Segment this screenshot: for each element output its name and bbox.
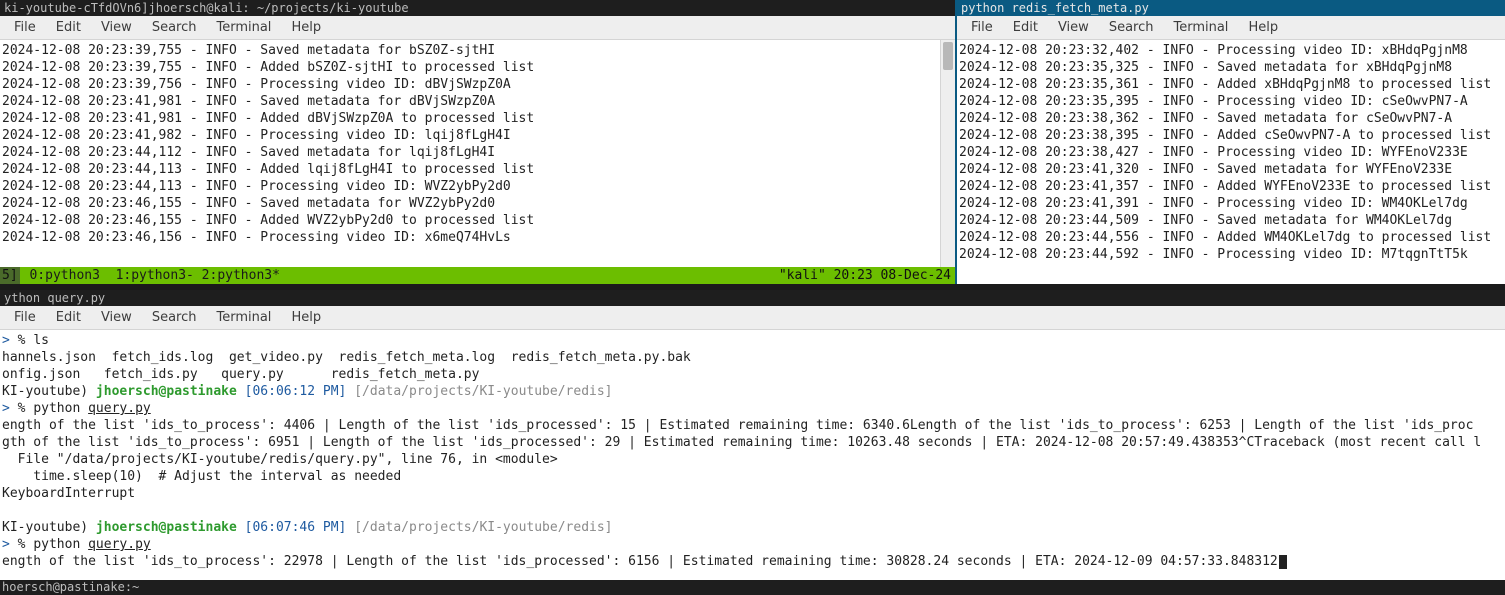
window-title: python redis_fetch_meta.py	[957, 0, 1505, 16]
menu-terminal[interactable]: Terminal	[1163, 18, 1238, 37]
log-line: 2024-12-08 20:23:39,755 - INFO - Added b…	[2, 59, 953, 76]
log-line: 2024-12-08 20:23:35,325 - INFO - Saved m…	[959, 59, 1503, 76]
menu-view[interactable]: View	[91, 18, 142, 37]
log-line: 2024-12-08 20:23:46,155 - INFO - Saved m…	[2, 195, 953, 212]
output-line: time.sleep(10) # Adjust the interval as …	[2, 468, 1503, 485]
cursor-icon	[1279, 555, 1287, 569]
log-line: 2024-12-08 20:23:39,756 - INFO - Process…	[2, 76, 953, 93]
menu-view[interactable]: View	[91, 308, 142, 327]
log-line: 2024-12-08 20:23:44,113 - INFO - Added l…	[2, 161, 953, 178]
log-line: 2024-12-08 20:23:32,402 - INFO - Process…	[959, 42, 1503, 59]
terminal-output[interactable]: 2024-12-08 20:23:32,402 - INFO - Process…	[957, 40, 1505, 284]
log-line: 2024-12-08 20:23:46,156 - INFO - Process…	[2, 229, 953, 246]
log-line: 2024-12-08 20:23:44,556 - INFO - Added W…	[959, 229, 1503, 246]
menu-file[interactable]: File	[4, 18, 46, 37]
menu-file[interactable]: File	[4, 308, 46, 327]
log-line: 2024-12-08 20:23:41,981 - INFO - Saved m…	[2, 93, 953, 110]
menu-view[interactable]: View	[1048, 18, 1099, 37]
log-line: 2024-12-08 20:23:41,357 - INFO - Added W…	[959, 178, 1503, 195]
menu-bar: File Edit View Search Terminal Help	[0, 16, 955, 40]
tmux-session: 5]	[0, 267, 20, 284]
log-line: 2024-12-08 20:23:39,755 - INFO - Saved m…	[2, 42, 953, 59]
log-line: 2024-12-08 20:23:41,320 - INFO - Saved m…	[959, 161, 1503, 178]
tmux-clock: "kali" 20:23 08-Dec-24	[779, 267, 955, 284]
log-line: 2024-12-08 20:23:41,391 - INFO - Process…	[959, 195, 1503, 212]
log-line: 2024-12-08 20:23:44,509 - INFO - Saved m…	[959, 212, 1503, 229]
log-line: 2024-12-08 20:23:44,592 - INFO - Process…	[959, 246, 1503, 263]
menu-help[interactable]: Help	[281, 18, 331, 37]
menu-help[interactable]: Help	[1238, 18, 1288, 37]
output-line: ength of the list 'ids_to_process': 2297…	[2, 553, 1503, 570]
log-line: 2024-12-08 20:23:35,361 - INFO - Added x…	[959, 76, 1503, 93]
menu-edit[interactable]: Edit	[1003, 18, 1048, 37]
scrollbar[interactable]	[940, 40, 955, 267]
scrollbar-thumb[interactable]	[943, 42, 953, 70]
terminal-pane-top-left: ki-youtube-cTfdOVn6]jhoersch@kali: ~/pro…	[0, 0, 955, 284]
output-line: gth of the list 'ids_to_process': 6951 |…	[2, 434, 1503, 451]
output-line: ength of the list 'ids_to_process': 4406…	[2, 417, 1503, 434]
menu-terminal[interactable]: Terminal	[206, 18, 281, 37]
output-line	[2, 502, 1503, 519]
desktop-statusbar: hoersch@pastinake:~	[0, 580, 1505, 595]
menu-search[interactable]: Search	[142, 308, 207, 327]
log-line: 2024-12-08 20:23:41,982 - INFO - Process…	[2, 127, 953, 144]
prompt-line: > % python query.py	[2, 536, 1503, 553]
menu-terminal[interactable]: Terminal	[206, 308, 281, 327]
output-line: onfig.json fetch_ids.py query.py redis_f…	[2, 366, 1503, 383]
menu-edit[interactable]: Edit	[46, 18, 91, 37]
prompt-line: KI-youtube) jhoersch@pastinake [06:06:12…	[2, 383, 1503, 400]
terminal-pane-bottom: ython query.py File Edit View Search Ter…	[0, 290, 1505, 580]
terminal-output[interactable]: > % ls hannels.json fetch_ids.log get_vi…	[0, 330, 1505, 580]
prompt-line: > % ls	[2, 332, 1503, 349]
tmux-windows[interactable]: 0:python3 1:python3- 2:python3*	[20, 267, 282, 284]
log-line: 2024-12-08 20:23:38,427 - INFO - Process…	[959, 144, 1503, 161]
terminal-pane-top-right: python redis_fetch_meta.py File Edit Vie…	[955, 0, 1505, 284]
output-line: File "/data/projects/KI-youtube/redis/qu…	[2, 451, 1503, 468]
menu-search[interactable]: Search	[1099, 18, 1164, 37]
menu-file[interactable]: File	[961, 18, 1003, 37]
menu-edit[interactable]: Edit	[46, 308, 91, 327]
menu-bar: File Edit View Search Terminal Help	[957, 16, 1505, 40]
log-line: 2024-12-08 20:23:38,362 - INFO - Saved m…	[959, 110, 1503, 127]
output-line: KeyboardInterrupt	[2, 485, 1503, 502]
terminal-output[interactable]: 2024-12-08 20:23:39,755 - INFO - Saved m…	[0, 40, 955, 267]
prompt-line: > % python query.py	[2, 400, 1503, 417]
log-line	[2, 246, 953, 263]
log-line: 2024-12-08 20:23:41,981 - INFO - Added d…	[2, 110, 953, 127]
window-title: ki-youtube-cTfdOVn6]jhoersch@kali: ~/pro…	[0, 0, 955, 16]
log-line: 2024-12-08 20:23:35,395 - INFO - Process…	[959, 93, 1503, 110]
output-line: hannels.json fetch_ids.log get_video.py …	[2, 349, 1503, 366]
log-line: 2024-12-08 20:23:44,112 - INFO - Saved m…	[2, 144, 953, 161]
prompt-line: KI-youtube) jhoersch@pastinake [06:07:46…	[2, 519, 1503, 536]
log-line: 2024-12-08 20:23:44,113 - INFO - Process…	[2, 178, 953, 195]
tmux-fill	[282, 267, 779, 284]
menu-help[interactable]: Help	[281, 308, 331, 327]
window-title: ython query.py	[0, 290, 1505, 306]
log-line: 2024-12-08 20:23:46,155 - INFO - Added W…	[2, 212, 953, 229]
tmux-status-bar: 5] 0:python3 1:python3- 2:python3* "kali…	[0, 267, 955, 284]
menu-search[interactable]: Search	[142, 18, 207, 37]
menu-bar: File Edit View Search Terminal Help	[0, 306, 1505, 330]
log-line: 2024-12-08 20:23:38,395 - INFO - Added c…	[959, 127, 1503, 144]
